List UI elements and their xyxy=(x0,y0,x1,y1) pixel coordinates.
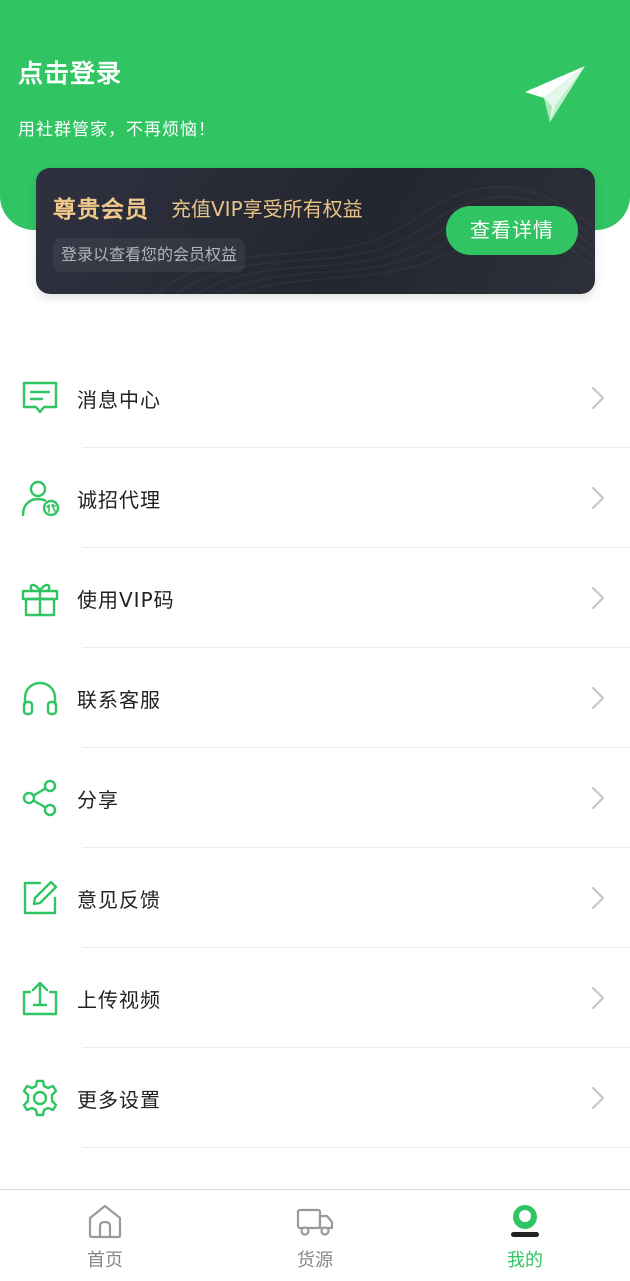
menu-item-label: 上传视频 xyxy=(77,988,161,1012)
tab-home[interactable]: 首页 xyxy=(0,1190,210,1281)
settings-icon xyxy=(22,1079,58,1117)
vip-details-button[interactable]: 查看详情 xyxy=(446,206,578,255)
vip-description: 充值VIP享受所有权益 xyxy=(171,197,363,221)
chevron-right-icon xyxy=(591,486,605,510)
feedback-icon xyxy=(23,880,58,915)
home-icon xyxy=(88,1204,122,1239)
menu-item-label: 诚招代理 xyxy=(77,488,161,512)
tab-label: 首页 xyxy=(87,1250,123,1271)
chevron-right-icon xyxy=(591,686,605,710)
menu-item-label: 分享 xyxy=(77,788,119,812)
upload-icon xyxy=(22,981,58,1016)
chevron-right-icon xyxy=(591,1086,605,1110)
menu-item-label: 联系客服 xyxy=(77,688,161,712)
menu-item-agent[interactable]: 诚招代理 xyxy=(0,448,630,548)
truck-icon xyxy=(296,1208,334,1236)
tab-mine[interactable]: 我的 xyxy=(420,1190,630,1281)
tab-label: 我的 xyxy=(507,1250,543,1271)
tab-label: 货源 xyxy=(297,1250,333,1271)
menu-item-label: 意见反馈 xyxy=(77,888,161,912)
chevron-right-icon xyxy=(591,886,605,910)
chevron-right-icon xyxy=(591,786,605,810)
menu-item-support[interactable]: 联系客服 xyxy=(0,648,630,748)
chevron-right-icon xyxy=(591,386,605,410)
vip-card: 尊贵会员 充值VIP享受所有权益 登录以查看您的会员权益 查看详情 xyxy=(36,168,595,294)
menu-item-vip-code[interactable]: 使用VIP码 xyxy=(0,548,630,648)
message-icon xyxy=(22,381,58,414)
tab-goods-source[interactable]: 货源 xyxy=(210,1190,420,1281)
paper-plane-icon xyxy=(525,66,585,122)
menu-item-share[interactable]: 分享 xyxy=(0,748,630,848)
menu-item-feedback[interactable]: 意见反馈 xyxy=(0,848,630,948)
divider xyxy=(82,1147,630,1148)
menu-list: 消息中心 诚招代理 使用VIP码 联系客服 分享 意见反馈 上传视频 更多设置 xyxy=(0,348,630,1148)
menu-item-settings[interactable]: 更多设置 xyxy=(0,1048,630,1148)
chevron-right-icon xyxy=(591,986,605,1010)
headset-icon xyxy=(22,681,58,716)
vip-hint: 登录以查看您的会员权益 xyxy=(53,238,246,272)
profile-icon xyxy=(511,1205,539,1237)
menu-item-messages[interactable]: 消息中心 xyxy=(0,348,630,448)
vip-title: 尊贵会员 xyxy=(53,197,149,223)
bottom-tab-bar: 首页 货源 我的 xyxy=(0,1189,630,1281)
chevron-right-icon xyxy=(591,586,605,610)
menu-item-label: 使用VIP码 xyxy=(77,588,175,612)
login-subtitle: 用社群管家，不再烦恼！ xyxy=(18,120,216,140)
gift-icon xyxy=(21,583,59,617)
menu-item-label: 更多设置 xyxy=(77,1088,161,1112)
agent-icon xyxy=(21,480,60,517)
menu-item-label: 消息中心 xyxy=(77,388,161,412)
login-button[interactable]: 点击登录 xyxy=(18,54,122,90)
share-icon xyxy=(22,779,57,817)
menu-item-upload-video[interactable]: 上传视频 xyxy=(0,948,630,1048)
